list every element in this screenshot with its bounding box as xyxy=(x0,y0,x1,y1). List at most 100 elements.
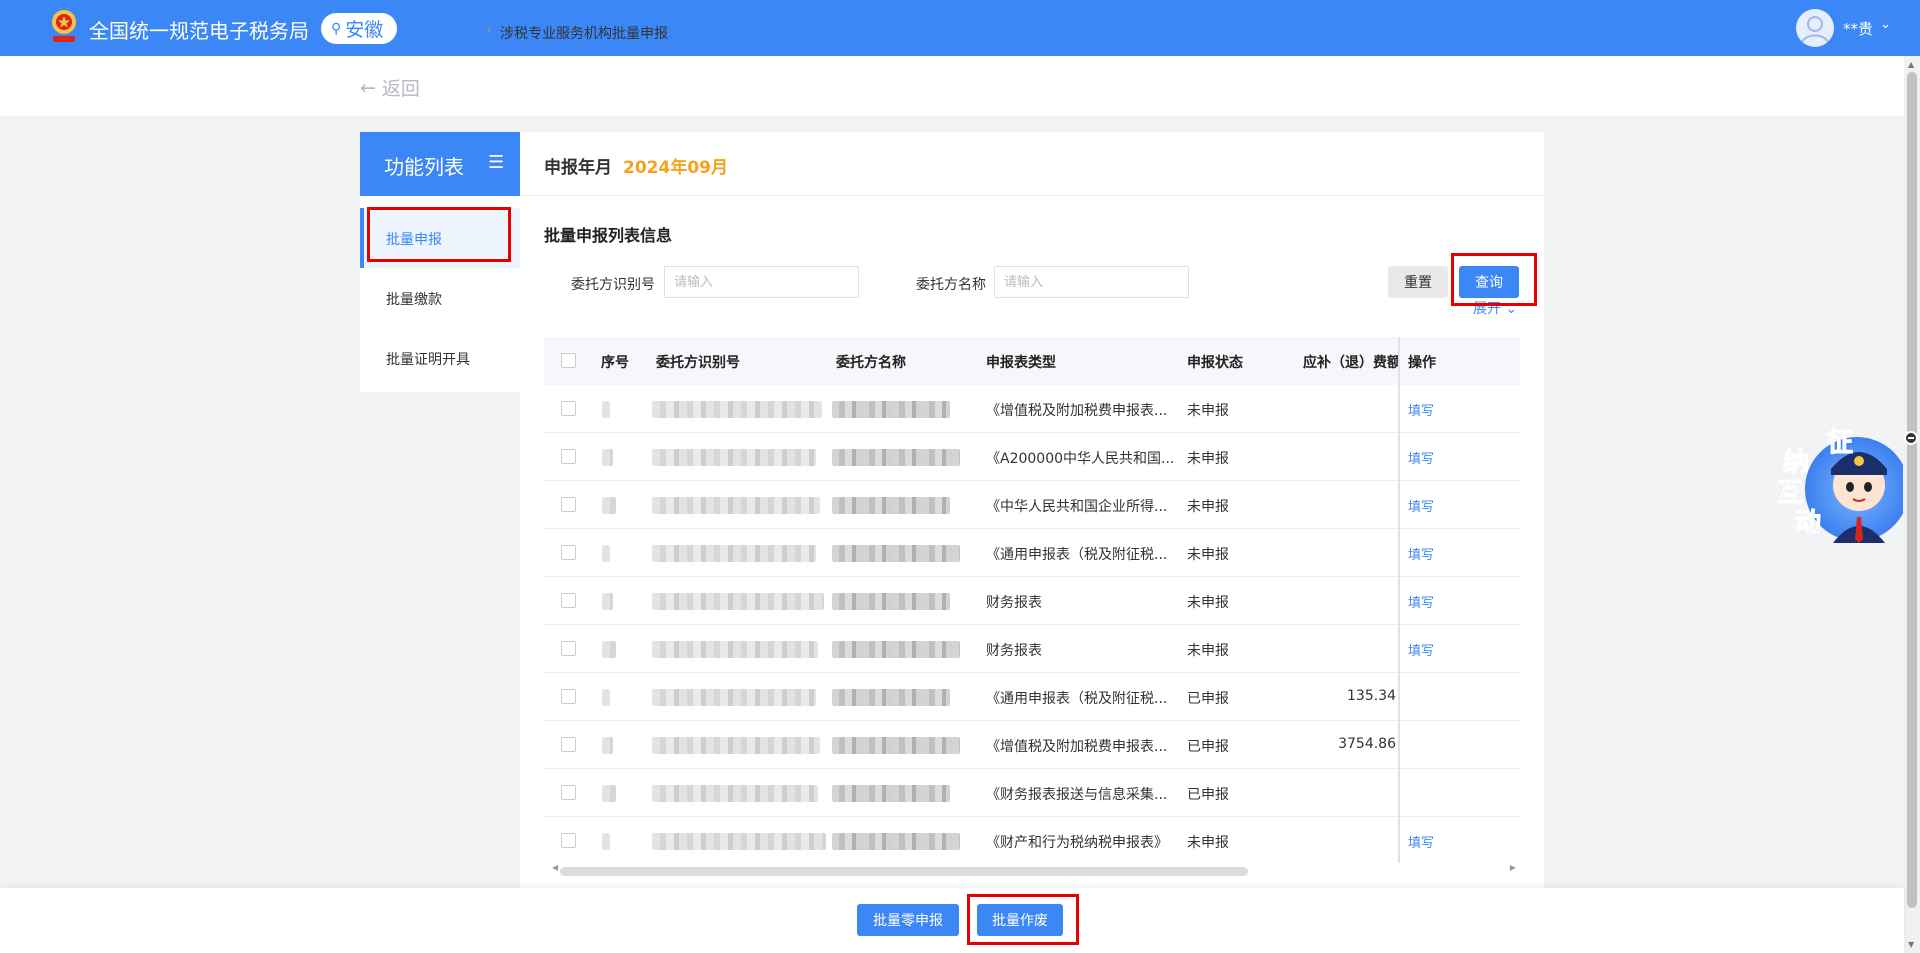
tax-assistant-widget[interactable]: 征 纳 互 动 xyxy=(1773,425,1909,547)
column-header-index: 序号 xyxy=(601,355,629,371)
batch-zero-declare-button[interactable]: 批量零申报 xyxy=(857,904,959,936)
column-header-amount: 应补（退）费额 xyxy=(1303,355,1399,371)
row-checkbox[interactable] xyxy=(561,449,576,464)
scrollbar-thumb[interactable] xyxy=(1907,72,1917,908)
top-header: 全国统一规范电子税务局 ⚲ 安徽 **贵 ⌄ xyxy=(0,0,1920,56)
menu-item-label: 批量申报 xyxy=(386,232,442,248)
row-checkbox[interactable] xyxy=(561,545,576,560)
client-id-blurred xyxy=(652,785,818,802)
client-name-blurred xyxy=(832,689,950,706)
menu-item-label: 批量缴款 xyxy=(386,292,442,308)
fill-in-link[interactable]: 填写 xyxy=(1408,448,1434,467)
function-menu: 批量申报 批量缴款 批量证明开具 xyxy=(360,196,520,392)
status-cell: 未申报 xyxy=(1187,643,1229,659)
client-id-label: 委托方识别号 xyxy=(571,277,655,293)
table-horizontal-scrollbar[interactable]: ◀ ▶ xyxy=(552,863,1516,876)
scroll-left-icon[interactable]: ◀ xyxy=(552,863,558,872)
index-blurred xyxy=(602,401,610,418)
status-cell: 未申报 xyxy=(1187,403,1229,419)
row-checkbox[interactable] xyxy=(561,833,576,848)
client-id-input[interactable] xyxy=(664,266,859,298)
index-blurred xyxy=(602,593,613,610)
client-id-blurred xyxy=(652,689,816,706)
status-cell: 已申报 xyxy=(1187,739,1229,755)
client-name-input[interactable] xyxy=(994,266,1189,298)
collapse-menu-icon[interactable]: ☰ xyxy=(488,152,504,173)
back-button[interactable]: ← 返回 xyxy=(360,74,420,101)
form-type-cell: 《通用申报表（税及附征税... xyxy=(986,547,1168,563)
status-cell: 未申报 xyxy=(1187,451,1229,467)
client-id-blurred xyxy=(652,497,820,514)
row-checkbox[interactable] xyxy=(561,401,576,416)
scroll-up-icon[interactable]: ▲ xyxy=(1908,60,1914,69)
index-blurred xyxy=(602,689,610,706)
menu-item-batch-certificate[interactable]: 批量证明开具 xyxy=(360,328,520,388)
collapse-widget-icon[interactable] xyxy=(1904,431,1918,445)
status-cell: 未申报 xyxy=(1187,595,1229,611)
user-icon xyxy=(1801,16,1829,44)
user-name[interactable]: **贵 xyxy=(1843,18,1873,39)
table-row: 财务报表 未申报 填写 xyxy=(544,577,1520,625)
breadcrumb-bar: ← 返回 xyxy=(0,56,1904,116)
fill-in-link[interactable]: 填写 xyxy=(1408,544,1434,563)
form-type-cell: 《中华人民共和国企业所得... xyxy=(986,499,1168,515)
amount-cell: 3754.86 xyxy=(1338,736,1396,752)
arrow-left-icon: ← xyxy=(360,76,376,99)
assistant-char-3: 动 xyxy=(1795,508,1821,538)
table-row: 《增值税及附加税费申报表... 已申报 3754.86 xyxy=(544,721,1520,769)
scroll-right-icon[interactable]: ▶ xyxy=(1510,863,1516,872)
client-name-label: 委托方名称 xyxy=(916,277,986,293)
batch-void-button[interactable]: 批量作废 xyxy=(977,904,1063,936)
fill-in-link[interactable]: 填写 xyxy=(1408,496,1434,515)
fill-in-link[interactable]: 填写 xyxy=(1408,640,1434,659)
column-header-form-type: 申报表类型 xyxy=(986,355,1056,371)
chevron-down-icon[interactable]: ⌄ xyxy=(1880,17,1891,32)
menu-item-batch-declare[interactable]: 批量申报 xyxy=(360,208,520,268)
row-checkbox[interactable] xyxy=(561,641,576,656)
fill-in-link[interactable]: 填写 xyxy=(1408,832,1434,851)
form-type-cell: 《增值税及附加税费申报表... xyxy=(986,739,1168,755)
form-type-cell: 《财务报表报送与信息采集... xyxy=(986,787,1168,803)
client-name-blurred xyxy=(832,785,950,802)
period-value: 2024年09月 xyxy=(623,158,728,178)
reset-button[interactable]: 重置 xyxy=(1388,266,1448,298)
form-type-cell: 《A200000中华人民共和国... xyxy=(986,451,1175,467)
client-name-blurred xyxy=(832,833,960,850)
column-header-action: 操作 xyxy=(1408,355,1436,371)
section-title: 批量申报列表信息 xyxy=(544,226,673,245)
row-checkbox[interactable] xyxy=(561,497,576,512)
assistant-char-2: 互 xyxy=(1777,478,1803,508)
table-row: 《财产和行为税纳税申报表》 未申报 填写 xyxy=(544,817,1520,863)
client-name-blurred xyxy=(832,545,960,562)
row-checkbox[interactable] xyxy=(561,785,576,800)
breadcrumb-home-link[interactable]: 首页 xyxy=(452,23,480,43)
index-blurred xyxy=(602,449,613,466)
index-blurred xyxy=(602,833,610,850)
client-name-blurred xyxy=(832,641,960,658)
region-label: 安徽 xyxy=(345,19,384,41)
table-row: 《A200000中华人民共和国... 未申报 填写 xyxy=(544,433,1520,481)
amount-cell: 135.34 xyxy=(1347,688,1396,704)
row-checkbox[interactable] xyxy=(561,689,576,704)
row-checkbox[interactable] xyxy=(561,593,576,608)
function-list-header: 功能列表 ☰ xyxy=(360,132,520,196)
fill-in-link[interactable]: 填写 xyxy=(1408,592,1434,611)
expand-filters-link[interactable]: 展开 ⌄ xyxy=(1473,298,1517,316)
status-cell: 已申报 xyxy=(1187,787,1229,803)
table-row: 《通用申报表（税及附征税... 已申报 135.34 xyxy=(544,673,1520,721)
table-header: 序号 委托方识别号 委托方名称 申报表类型 申报状态 应补（退）费额 操作 xyxy=(544,337,1520,385)
menu-item-batch-payment[interactable]: 批量缴款 xyxy=(360,268,520,328)
row-checkbox[interactable] xyxy=(561,737,576,752)
period-label: 申报年月 xyxy=(544,158,612,178)
page-scrollbar[interactable]: ▲ ▼ xyxy=(1904,56,1920,953)
client-name-blurred xyxy=(832,449,960,466)
status-cell: 未申报 xyxy=(1187,835,1229,851)
select-all-checkbox[interactable] xyxy=(561,353,576,368)
region-selector[interactable]: ⚲ 安徽 xyxy=(321,13,398,44)
query-button[interactable]: 查询 xyxy=(1459,266,1519,298)
fill-in-link[interactable]: 填写 xyxy=(1408,400,1434,419)
scroll-down-icon[interactable]: ▼ xyxy=(1908,940,1914,949)
user-avatar[interactable] xyxy=(1796,9,1834,47)
scrollbar-thumb[interactable] xyxy=(560,867,1248,876)
index-blurred xyxy=(602,641,616,658)
